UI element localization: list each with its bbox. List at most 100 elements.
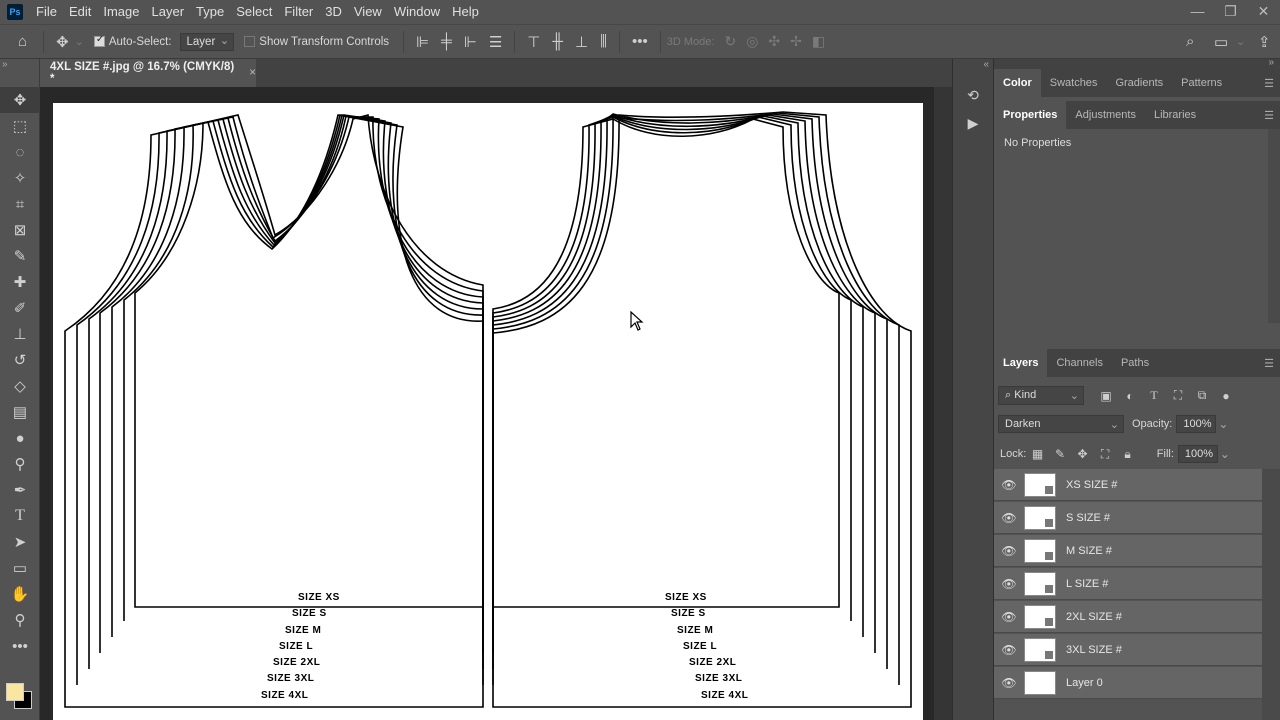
magic-wand-tool-icon[interactable]: ✧ [0,165,40,191]
zoom-tool-icon[interactable]: ⚲ [0,607,40,633]
canvas-area[interactable]: SIZE XS SIZE S SIZE M SIZE L SIZE 2XL SI… [40,87,952,720]
search-icon[interactable]: ⌕ [1186,33,1194,50]
menu-edit[interactable]: Edit [63,0,97,24]
align-horizontal-center-icon[interactable]: ╪ [441,33,452,50]
tab-swatches[interactable]: Swatches [1041,69,1107,97]
brush-tool-icon[interactable]: ✐ [0,295,40,321]
actions-panel-icon[interactable]: ▶ [953,109,993,137]
opacity-chevron-icon[interactable]: ⌄ [1218,417,1228,431]
fill-field[interactable]: 100% [1177,445,1218,463]
menu-layer[interactable]: Layer [146,0,191,24]
vertical-scrollbar[interactable] [934,87,952,720]
visibility-eye-icon[interactable]: 👁︎ [994,511,1024,525]
tab-layers[interactable]: Layers [994,349,1048,377]
visibility-eye-icon[interactable]: 👁︎ [994,610,1024,624]
document-canvas[interactable]: SIZE XS SIZE S SIZE M SIZE L SIZE 2XL SI… [53,103,923,720]
filter-toggle-icon[interactable]: ● [1214,389,1238,403]
tab-properties[interactable]: Properties [994,101,1067,129]
layer-row-3xl-size[interactable]: 👁︎ 3XL SIZE # [994,634,1262,666]
layer-row-2xl-size[interactable]: 👁︎ 2XL SIZE # [994,601,1262,633]
path-selection-tool-icon[interactable]: ➤ [0,529,40,555]
menu-image[interactable]: Image [97,0,145,24]
layer-filter-kind-dropdown[interactable]: ⌕ Kind ⌄ [998,386,1084,405]
lock-image-icon[interactable]: ✎ [1049,447,1072,461]
lock-all-icon[interactable]: 🔒︎ [1116,447,1139,462]
eyedropper-tool-icon[interactable]: ✎ [0,243,40,269]
properties-scrollbar[interactable] [1268,129,1280,323]
show-transform-controls-checkbox[interactable] [244,36,256,47]
visibility-eye-icon[interactable]: 👁︎ [994,577,1024,591]
menu-view[interactable]: View [348,0,388,24]
crop-tool-icon[interactable]: ⌗ [0,191,40,217]
lock-transparent-icon[interactable]: ▦ [1026,447,1049,461]
tab-gradients[interactable]: Gradients [1106,69,1172,97]
layers-scrollbar[interactable] [1262,469,1280,720]
frame-tool-icon[interactable]: ⊠ [0,217,40,243]
filter-shape-icon[interactable]: ⛶ [1166,388,1190,403]
blur-tool-icon[interactable]: ● [0,425,40,451]
workspace-icon[interactable]: ▭ [1214,33,1228,51]
distribute-vertical-icon[interactable]: ☰ [489,33,502,51]
distribute-horizontal-icon[interactable]: ⫼ [600,33,607,50]
lock-position-icon[interactable]: ✥ [1071,447,1094,461]
align-top-icon[interactable]: ⊤ [527,33,540,51]
auto-select-checkbox[interactable] [93,34,105,47]
panel-menu-icon[interactable]: ☰ [1264,77,1274,90]
lasso-tool-icon[interactable]: ◌ [0,139,40,165]
move-tool-icon[interactable]: ✥ [56,33,69,51]
panel-menu-icon[interactable]: ☰ [1264,357,1274,370]
rectangle-tool-icon[interactable]: ▭ [0,555,40,581]
tab-adjustments[interactable]: Adjustments [1066,101,1145,129]
align-bottom-icon[interactable]: ⊥ [575,33,588,51]
lock-artboard-icon[interactable]: ⛶ [1094,447,1117,462]
visibility-eye-icon[interactable]: 👁︎ [994,676,1024,690]
restore-button[interactable]: ❐ [1214,0,1247,24]
tab-libraries[interactable]: Libraries [1145,101,1205,129]
type-tool-icon[interactable]: T [0,503,40,529]
layer-row-xs-size[interactable]: 👁︎ XS SIZE # [994,469,1262,501]
tab-color[interactable]: Color [994,69,1041,97]
history-brush-tool-icon[interactable]: ↺ [0,347,40,373]
collapse-toolbar-icon[interactable]: » [2,59,8,70]
fill-chevron-icon[interactable]: ⌄ [1220,447,1230,461]
foreground-color-swatch[interactable] [6,683,24,701]
history-panel-icon[interactable]: ⟲ [953,81,993,109]
gradient-tool-icon[interactable]: ▤ [0,399,40,425]
close-window-button[interactable]: ✕ [1247,0,1280,24]
tab-channels[interactable]: Channels [1047,349,1111,377]
align-right-icon[interactable]: ⊩ [464,33,477,51]
layer-row-l-size[interactable]: 👁︎ L SIZE # [994,568,1262,600]
move-tool-icon[interactable]: ✥ [0,87,40,113]
menu-select[interactable]: Select [230,0,278,24]
layer-row-m-size[interactable]: 👁︎ M SIZE # [994,535,1262,567]
pen-tool-icon[interactable]: ✒ [0,477,40,503]
filter-smart-object-icon[interactable]: ⧉ [1190,388,1214,403]
filter-adjustment-icon[interactable]: ◐ [1118,389,1142,403]
expand-panels-icon[interactable]: » [1268,57,1274,68]
marquee-tool-icon[interactable]: ⬚ [0,113,40,139]
layer-row-layer-0[interactable]: 👁︎ Layer 0 [994,667,1262,699]
workspace-chevron-icon[interactable]: ⌄ [1236,35,1245,48]
blend-mode-dropdown[interactable]: Darken ⌄ [998,415,1124,433]
layer-row-s-size[interactable]: 👁︎ S SIZE # [994,502,1262,534]
edit-toolbar-icon[interactable]: ••• [0,633,40,659]
menu-file[interactable]: File [30,0,63,24]
tab-patterns[interactable]: Patterns [1172,69,1231,97]
visibility-eye-icon[interactable]: 👁︎ [994,478,1024,492]
visibility-eye-icon[interactable]: 👁︎ [994,544,1024,558]
share-icon[interactable]: ⇪ [1258,33,1271,51]
clone-stamp-tool-icon[interactable]: ⊥ [0,321,40,347]
document-tab[interactable]: 4XL SIZE #.jpg @ 16.7% (CMYK/8) * × [40,59,256,87]
dodge-tool-icon[interactable]: ⚲ [0,451,40,477]
menu-3d[interactable]: 3D [319,0,348,24]
align-left-icon[interactable]: ⊫ [416,33,429,51]
close-document-icon[interactable]: × [249,67,256,79]
menu-type[interactable]: Type [190,0,230,24]
tab-paths[interactable]: Paths [1112,349,1158,377]
minimize-button[interactable]: — [1181,0,1214,24]
home-icon[interactable]: ⌂ [18,33,27,50]
filter-type-icon[interactable]: T [1142,388,1166,403]
menu-filter[interactable]: Filter [278,0,319,24]
healing-brush-tool-icon[interactable]: ✚ [0,269,40,295]
menu-window[interactable]: Window [388,0,446,24]
